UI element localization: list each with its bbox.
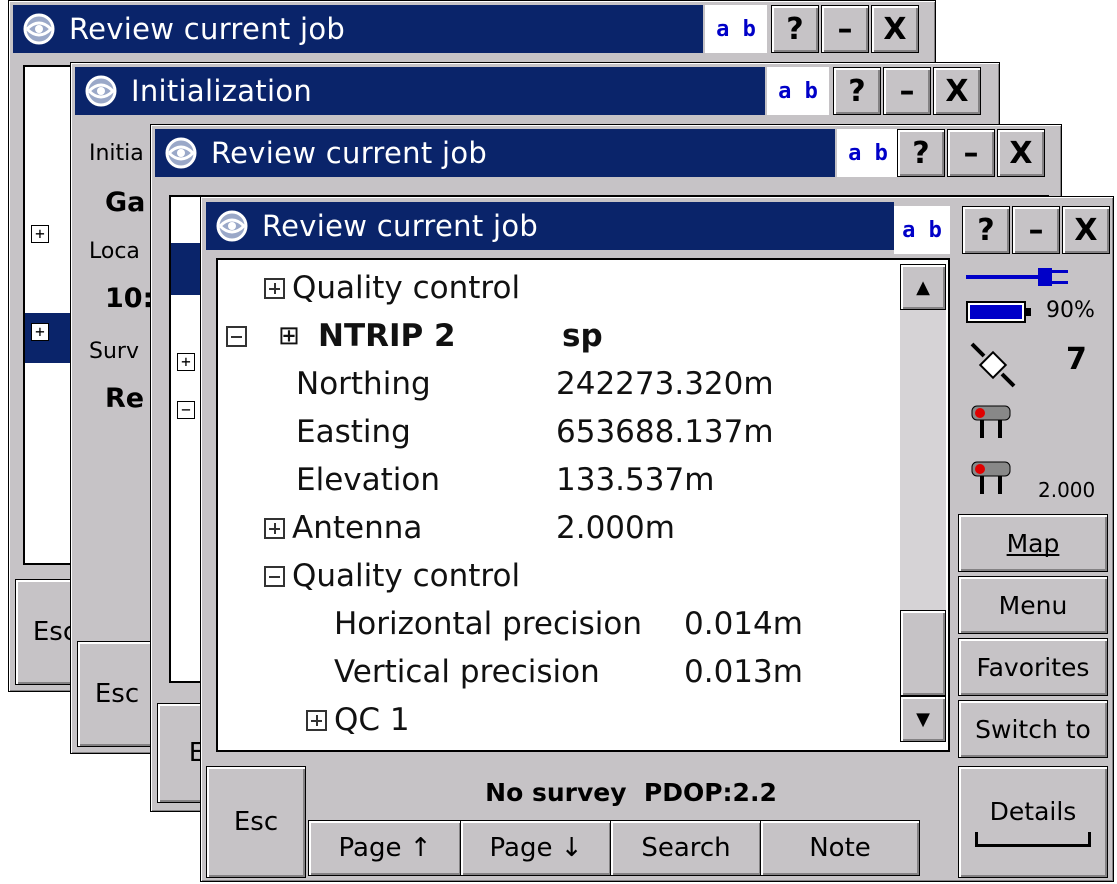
help-button[interactable]: ? [897, 129, 945, 177]
close-button[interactable]: X [933, 67, 981, 115]
point-record-icon: ⊞ [278, 321, 300, 351]
antenna-label: Antenna [292, 510, 423, 546]
expand-icon[interactable]: + [31, 225, 49, 243]
easting-value: 653688.137m [556, 414, 774, 450]
scroll-up-icon[interactable]: ▲ [900, 264, 946, 310]
minimize-button[interactable]: – [883, 67, 931, 115]
expand-icon[interactable] [306, 709, 327, 731]
details-button[interactable]: Details [958, 766, 1108, 878]
expand-icon[interactable] [264, 277, 285, 299]
vprec-value: 0.013m [684, 654, 803, 690]
vprec-label: Vertical precision [334, 654, 600, 690]
app-logo-icon [165, 137, 197, 169]
window-title: Initialization [131, 74, 313, 108]
close-button[interactable]: X [1062, 206, 1110, 254]
menu-button[interactable]: Menu [958, 576, 1108, 634]
esc-button[interactable]: Esc [206, 766, 306, 878]
init-label: Initia [89, 141, 144, 166]
status-panel[interactable]: 90% 7 2.000 [962, 260, 1108, 512]
expand-icon[interactable] [264, 517, 285, 539]
expand-icon[interactable]: + [177, 353, 195, 371]
elevation-value: 133.537m [556, 462, 715, 498]
collapse-icon[interactable] [264, 565, 285, 587]
receiver-icon [971, 405, 1011, 438]
help-button[interactable]: ? [833, 67, 881, 115]
titlebar: Review current job [155, 129, 835, 177]
enter-key-icon [975, 832, 1091, 847]
titlebar: Initialization [75, 67, 765, 115]
point-name: NTRIP 2 [318, 318, 456, 354]
window-title: Review current job [211, 136, 488, 170]
app-logo-icon [216, 210, 248, 242]
input-mode-indicator[interactable]: a b [767, 67, 829, 115]
init-value: Ga [105, 187, 146, 218]
external-power-icon [966, 268, 1068, 286]
survey-value: Re [105, 383, 145, 414]
elevation-label: Elevation [296, 462, 440, 498]
location-value: 10: [105, 283, 154, 314]
window-title: Review current job [262, 209, 539, 243]
location-label: Loca [89, 239, 140, 264]
map-button-label: Map [1006, 528, 1060, 558]
northing-value: 242273.320m [556, 366, 774, 402]
easting-label: Easting [296, 414, 411, 450]
battery-icon [966, 301, 1031, 323]
input-mode-indicator[interactable]: a b [894, 206, 950, 254]
favorites-button[interactable]: Favorites [958, 638, 1108, 696]
antenna-value: 2.000m [556, 510, 675, 546]
switch-to-button[interactable]: Switch to [958, 700, 1108, 758]
help-button[interactable]: ? [771, 5, 819, 53]
page-down-button[interactable]: Page ↓ [460, 820, 612, 876]
expand-icon[interactable]: + [31, 323, 49, 341]
hprec-value: 0.014m [684, 606, 803, 642]
close-button[interactable]: X [871, 5, 919, 53]
antenna-receiver-icon [971, 461, 1011, 494]
survey-label: Surv [89, 339, 139, 364]
page-up-button[interactable]: Page ↑ [308, 820, 462, 876]
satellite-count: 7 [1066, 342, 1087, 377]
antenna-height: 2.000 [1038, 478, 1096, 502]
minimize-button[interactable]: – [821, 5, 869, 53]
minimize-button[interactable]: – [947, 129, 995, 177]
note-button[interactable]: Note [760, 820, 920, 876]
scroll-down-icon[interactable]: ▼ [900, 696, 946, 742]
help-button[interactable]: ? [962, 206, 1010, 254]
titlebar: Review current job [13, 5, 703, 53]
input-mode-indicator[interactable]: a b [705, 5, 767, 53]
esc-button[interactable]: Esc [77, 641, 157, 747]
point-code: sp [562, 318, 603, 354]
app-logo-icon [23, 13, 55, 45]
satellite-icon [970, 342, 1016, 388]
input-mode-indicator[interactable]: a b [837, 129, 899, 177]
collapse-icon[interactable]: − [177, 401, 195, 419]
collapse-icon[interactable] [226, 325, 247, 347]
app-logo-icon [85, 75, 117, 107]
status-line: No survey PDOP:2.2 [485, 777, 777, 807]
search-button[interactable]: Search [610, 820, 762, 876]
tree-label: Quality control [292, 270, 521, 306]
northing-label: Northing [296, 366, 431, 402]
review-tree: Quality control ⊞ NTRIP 2 sp Northing 24… [222, 264, 898, 744]
battery-percent: 90% [1046, 298, 1095, 323]
minimize-button[interactable]: – [1012, 206, 1060, 254]
details-button-label: Details [989, 797, 1077, 826]
scroll-thumb[interactable] [900, 610, 946, 696]
hprec-label: Horizontal precision [334, 606, 642, 642]
titlebar: Review current job [206, 202, 894, 250]
tree-label: QC 1 [334, 702, 410, 738]
tree-label: Quality control [292, 558, 521, 594]
map-button[interactable]: Map [958, 514, 1108, 572]
window-title: Review current job [69, 12, 346, 46]
vertical-scrollbar[interactable]: ▲ ▼ [900, 264, 946, 742]
close-button[interactable]: X [997, 129, 1045, 177]
